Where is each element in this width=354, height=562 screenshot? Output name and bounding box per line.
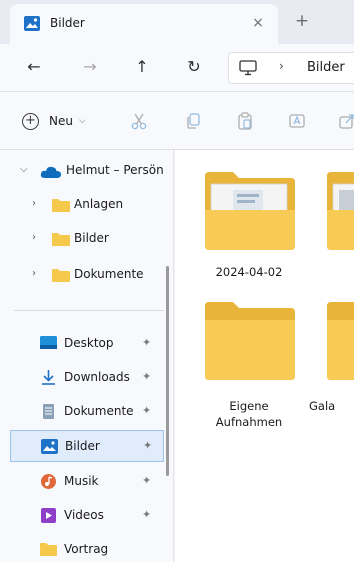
pin-icon[interactable]: ✦	[142, 508, 151, 521]
pictures-icon	[41, 439, 58, 454]
folder-with-preview-icon	[205, 172, 295, 250]
pin-icon[interactable]: ✦	[142, 336, 151, 349]
copy-icon[interactable]	[184, 112, 202, 130]
tree-item-label: Dokumente	[74, 267, 144, 281]
quick-access-label: Bilder	[65, 439, 100, 453]
pin-icon[interactable]: ✦	[142, 404, 151, 417]
navigation-bar: ← → ↑ ↻ › Bilder	[0, 44, 354, 92]
folder-icon	[52, 269, 70, 282]
plus-circle-icon: +	[22, 112, 39, 130]
pin-icon[interactable]: ✦	[142, 474, 151, 487]
file-view: 2024-04-02 202 Eigene Aufnahmen Gala	[175, 150, 354, 562]
folder-tile[interactable]: Eigene Aufnahmen	[197, 302, 307, 432]
command-bar: + Neu ⌵	[0, 92, 354, 150]
folder-icon	[52, 199, 70, 212]
folder-icon	[52, 233, 70, 246]
paste-icon[interactable]	[236, 112, 254, 130]
tab-title: Bilder	[50, 16, 85, 30]
share-icon[interactable]	[338, 112, 354, 130]
sidebar-scrollbar[interactable]	[166, 266, 169, 476]
folder-name: 202	[319, 264, 354, 280]
folder-name-line2: Aufnahmen	[215, 415, 283, 429]
new-button[interactable]: + Neu ⌵	[22, 108, 86, 134]
videos-icon	[41, 508, 56, 523]
quick-access-label: Vortrag	[64, 542, 109, 556]
close-tab-button[interactable]: ×	[248, 13, 268, 33]
quick-access-videos[interactable]: Videos ✦	[10, 500, 164, 532]
divider	[14, 310, 164, 311]
tree-item-label: Bilder	[74, 231, 109, 245]
tree-item-anlagen[interactable]: › Anlagen	[0, 190, 174, 220]
quick-access-dokumente[interactable]: Dokumente ✦	[10, 396, 164, 428]
documents-icon	[43, 404, 54, 419]
quick-access-label: Musik	[64, 474, 99, 488]
breadcrumb-location[interactable]: Bilder	[307, 60, 345, 75]
tree-item-label: Anlagen	[74, 197, 124, 211]
folder-with-preview-icon	[327, 172, 354, 250]
address-bar[interactable]: › Bilder	[228, 52, 354, 84]
folder-tile[interactable]: 2024-04-02	[197, 172, 307, 302]
desktop-icon	[40, 336, 57, 349]
computer-icon	[239, 60, 257, 76]
chevron-down-icon[interactable]: ⌵	[20, 164, 28, 175]
pictures-icon	[24, 16, 40, 31]
quick-access-musik[interactable]: Musik ✦	[10, 466, 164, 498]
folder-tile[interactable]: 202	[319, 172, 354, 302]
folder-icon	[205, 302, 295, 380]
new-tab-button[interactable]: +	[292, 11, 312, 31]
chevron-down-icon: ⌵	[78, 116, 86, 126]
quick-access-label: Desktop	[64, 336, 114, 350]
refresh-button[interactable]: ↻	[182, 55, 206, 79]
chevron-right-icon[interactable]: ›	[32, 268, 36, 279]
folder-icon	[327, 302, 354, 380]
quick-access-downloads[interactable]: Downloads ✦	[10, 362, 164, 394]
music-icon	[41, 474, 56, 489]
download-icon	[42, 370, 55, 385]
rename-icon[interactable]	[288, 112, 306, 130]
title-bar: Bilder × +	[0, 0, 354, 44]
new-button-label: Neu	[49, 114, 73, 128]
chevron-right-icon[interactable]: ›	[32, 232, 36, 243]
tree-item-dokumente[interactable]: › Dokumente	[0, 260, 174, 290]
quick-access-label: Videos	[64, 508, 104, 522]
folder-name: Gala	[309, 399, 336, 413]
folder-name: 2024-04-02	[215, 265, 283, 279]
quick-access-desktop[interactable]: Desktop ✦	[10, 328, 164, 360]
up-button[interactable]: ↑	[130, 55, 154, 79]
folder-name: Eigene Aufnahmen	[197, 398, 301, 430]
tree-item-bilder[interactable]: › Bilder	[0, 224, 174, 254]
quick-access-label: Dokumente	[64, 404, 134, 418]
folder-name-line1: Eigene	[229, 399, 269, 413]
folder-tile[interactable]: Gala	[309, 302, 354, 432]
chevron-right-icon[interactable]: ›	[32, 198, 36, 209]
folder-icon	[40, 543, 57, 556]
breadcrumb-separator[interactable]: ›	[279, 59, 284, 73]
tree-item-label: Helmut – Persön	[66, 163, 164, 177]
forward-button[interactable]: →	[78, 55, 102, 79]
quick-access-vortrag[interactable]: Vortrag	[10, 534, 164, 562]
pin-icon[interactable]: ✦	[143, 439, 152, 452]
navigation-pane: ⌵ Helmut – Persön › Anlagen › Bilder › D…	[0, 150, 174, 562]
quick-access-bilder[interactable]: Bilder ✦	[10, 430, 164, 462]
back-button[interactable]: ←	[22, 55, 46, 79]
quick-access-label: Downloads	[64, 370, 130, 384]
pin-icon[interactable]: ✦	[142, 370, 151, 383]
cut-icon[interactable]	[130, 112, 148, 130]
cloud-icon	[40, 166, 61, 178]
tree-item-onedrive[interactable]: ⌵ Helmut – Persön	[0, 156, 174, 186]
tab-bilder[interactable]: Bilder ×	[10, 4, 278, 44]
